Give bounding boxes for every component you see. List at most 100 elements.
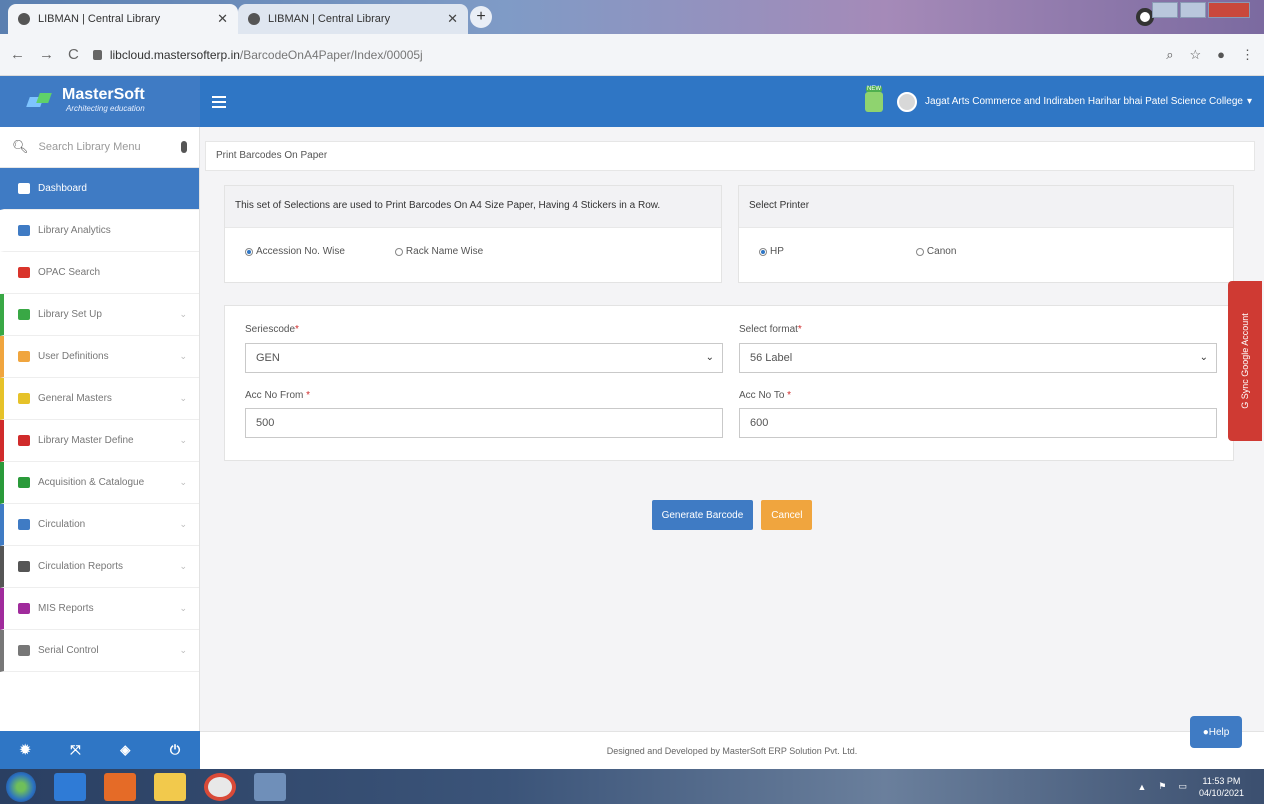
clock[interactable]: 11:53 PM 04/10/2021 <box>1199 775 1244 799</box>
selection-radio-rack-name-wise[interactable]: Rack Name Wise <box>394 246 484 257</box>
pencil-icon <box>18 393 30 404</box>
sidebar-item-library-analytics[interactable]: Library Analytics <box>0 210 199 252</box>
power-icon[interactable]: ⏻ <box>170 742 180 758</box>
chevron-down-icon: ⌄ <box>179 435 187 445</box>
forward-icon[interactable]: → <box>39 46 54 63</box>
sidebar-item-opac-search[interactable]: OPAC Search <box>0 252 199 294</box>
start-button-icon[interactable] <box>6 771 36 802</box>
browser-tab-1[interactable]: LIBMAN | Central Library ✕ <box>8 4 238 34</box>
sidebar-item-label: Acquisition & Catalogue <box>38 477 145 488</box>
generate-barcode-button[interactable]: Generate Barcode <box>651 500 754 530</box>
sidebar-item-serial-control[interactable]: Serial Control ⌄ <box>0 630 199 672</box>
sidebar-item-acquisition-catalogue[interactable]: Acquisition & Catalogue ⌄ <box>0 462 199 504</box>
sidebar-item-label: Circulation Reports <box>38 561 124 572</box>
menu-toggle-icon[interactable] <box>212 95 226 108</box>
radio-dot-icon <box>245 247 253 256</box>
radio-dot-icon <box>759 247 767 256</box>
settings-icon[interactable]: ✹ <box>20 742 31 758</box>
avatar[interactable] <box>897 91 918 112</box>
sidebar-item-label: MIS Reports <box>38 603 94 614</box>
sidebar-item-label: Library Analytics <box>38 225 111 236</box>
theme-icon[interactable]: ◈ <box>120 742 130 758</box>
system-tray: ▲ ⚑ ▭ 11:53 PM 04/10/2021 <box>1137 775 1264 799</box>
menu-dots-icon[interactable]: ⋮ <box>1241 47 1254 63</box>
sitemap-icon <box>18 435 30 446</box>
media-taskbar-icon[interactable] <box>104 772 136 801</box>
sidebar-search[interactable]: 🔍︎ Search Library Menu <box>0 127 199 168</box>
format-select[interactable]: 56 Label ⌄ <box>739 343 1217 373</box>
bookmark-star-icon[interactable]: ☆ <box>1189 47 1201 63</box>
sidebar-item-dashboard[interactable]: Dashboard <box>0 168 199 210</box>
sidebar-item-circulation[interactable]: Circulation ⌄ <box>0 504 199 546</box>
chevron-down-icon: ⌄ <box>179 519 187 529</box>
chrome-taskbar-icon[interactable] <box>204 772 236 801</box>
ie-taskbar-icon[interactable] <box>54 772 86 801</box>
close-window-button[interactable] <box>1208 2 1250 18</box>
minimize-button[interactable] <box>1152 2 1178 18</box>
os-taskbar: ▲ ⚑ ▭ 11:53 PM 04/10/2021 <box>0 769 1264 804</box>
sidebar-item-library-set-up[interactable]: Library Set Up ⌄ <box>0 294 199 336</box>
seriescode-select[interactable]: GEN ⌄ <box>245 343 723 373</box>
college-name[interactable]: Jagat Arts Commerce and Indiraben Hariha… <box>925 96 1243 107</box>
network-icon[interactable]: ▲ <box>1137 782 1146 792</box>
main-content: Print Barcodes On Paper This set of Sele… <box>200 127 1264 731</box>
fullscreen-icon[interactable]: ⤧ <box>70 742 80 758</box>
window-controls <box>1152 2 1250 18</box>
back-icon[interactable]: ← <box>10 46 25 63</box>
cancel-button[interactable]: Cancel <box>761 500 813 530</box>
chevron-down-icon[interactable]: ▾ <box>1247 96 1252 107</box>
chevron-down-icon: ⌄ <box>179 393 187 403</box>
sidebar-item-mis-reports[interactable]: MIS Reports ⌄ <box>0 588 199 630</box>
chevron-down-icon: ⌄ <box>179 351 187 361</box>
book-icon <box>18 477 30 488</box>
sync-google-account-tab[interactable]: G Sync Google Account <box>1228 281 1262 441</box>
mastersoft-logo-icon <box>26 93 56 111</box>
reload-icon[interactable]: C <box>68 46 79 63</box>
acc-to-field[interactable]: 600 <box>739 408 1217 438</box>
new-tab-button[interactable]: + <box>470 6 492 28</box>
users-icon <box>18 351 30 362</box>
close-tab-icon[interactable]: ✕ <box>217 11 228 27</box>
sidebar-item-library-master-define[interactable]: Library Master Define ⌄ <box>0 420 199 462</box>
folder-taskbar-icon[interactable] <box>154 772 186 801</box>
selection-radio-accession-no-wise[interactable]: Accession No. Wise <box>245 246 345 257</box>
browser-tabstrip: LIBMAN | Central Library ✕ LIBMAN | Cent… <box>0 0 1264 34</box>
maximize-button[interactable] <box>1180 2 1206 18</box>
zoom-icon[interactable]: ⌕ <box>1166 47 1173 63</box>
chevron-down-icon: ⌄ <box>179 561 187 571</box>
chevron-down-icon: ⌄ <box>179 645 187 655</box>
barcode-form: Seriescode* GEN ⌄ Select format* 56 Labe… <box>224 305 1234 461</box>
profile-icon[interactable]: ● <box>1217 47 1225 63</box>
url-field[interactable]: libcloud.mastersofterp.in /BarcodeOnA4Pa… <box>92 41 1166 69</box>
brand-bar: MasterSoft Architecting education <box>0 76 200 127</box>
display-icon[interactable]: ▭ <box>1178 781 1187 792</box>
sidebar-item-general-masters[interactable]: General Masters ⌄ <box>0 378 199 420</box>
lock-icon <box>92 49 102 60</box>
printer-radio-hp[interactable]: HP <box>759 246 784 257</box>
chevron-down-icon: ⌄ <box>179 309 187 319</box>
chevron-down-icon: ⌄ <box>179 477 187 487</box>
sidebar-item-label: Dashboard <box>38 183 87 194</box>
search-input[interactable]: Search Library Menu <box>39 141 141 153</box>
sidebar-item-label: Circulation <box>38 519 86 530</box>
word-taskbar-icon[interactable] <box>254 772 286 801</box>
area-chart-icon <box>18 561 30 572</box>
browser-tab-2[interactable]: LIBMAN | Central Library ✕ <box>238 4 468 34</box>
tab-title: LIBMAN | Central Library <box>268 13 391 25</box>
flag-icon[interactable]: ⚑ <box>1158 781 1166 792</box>
help-button[interactable]: ● Help <box>1190 716 1242 748</box>
sidebar-item-circulation-reports[interactable]: Circulation Reports ⌄ <box>0 546 199 588</box>
radio-label: Rack Name Wise <box>405 246 484 257</box>
selection-radios: Accession No. Wise Rack Name Wise <box>225 228 721 275</box>
notification-icon[interactable] <box>865 85 884 112</box>
sidebar-item-user-definitions[interactable]: User Definitions ⌄ <box>0 336 199 378</box>
printer-radio-canon[interactable]: Canon <box>915 246 956 257</box>
close-tab-icon[interactable]: ✕ <box>447 11 458 27</box>
sidebar-item-label: Library Set Up <box>38 309 102 320</box>
sidebar-item-label: User Definitions <box>38 351 109 362</box>
acc-from-field[interactable]: 500 <box>245 408 723 438</box>
brand-name: MasterSoft Architecting education <box>62 86 145 116</box>
url-host: libcloud.mastersofterp.in <box>109 47 240 62</box>
microphone-icon[interactable] <box>181 141 187 153</box>
printer-panel: Select Printer HP Canon <box>738 185 1234 283</box>
